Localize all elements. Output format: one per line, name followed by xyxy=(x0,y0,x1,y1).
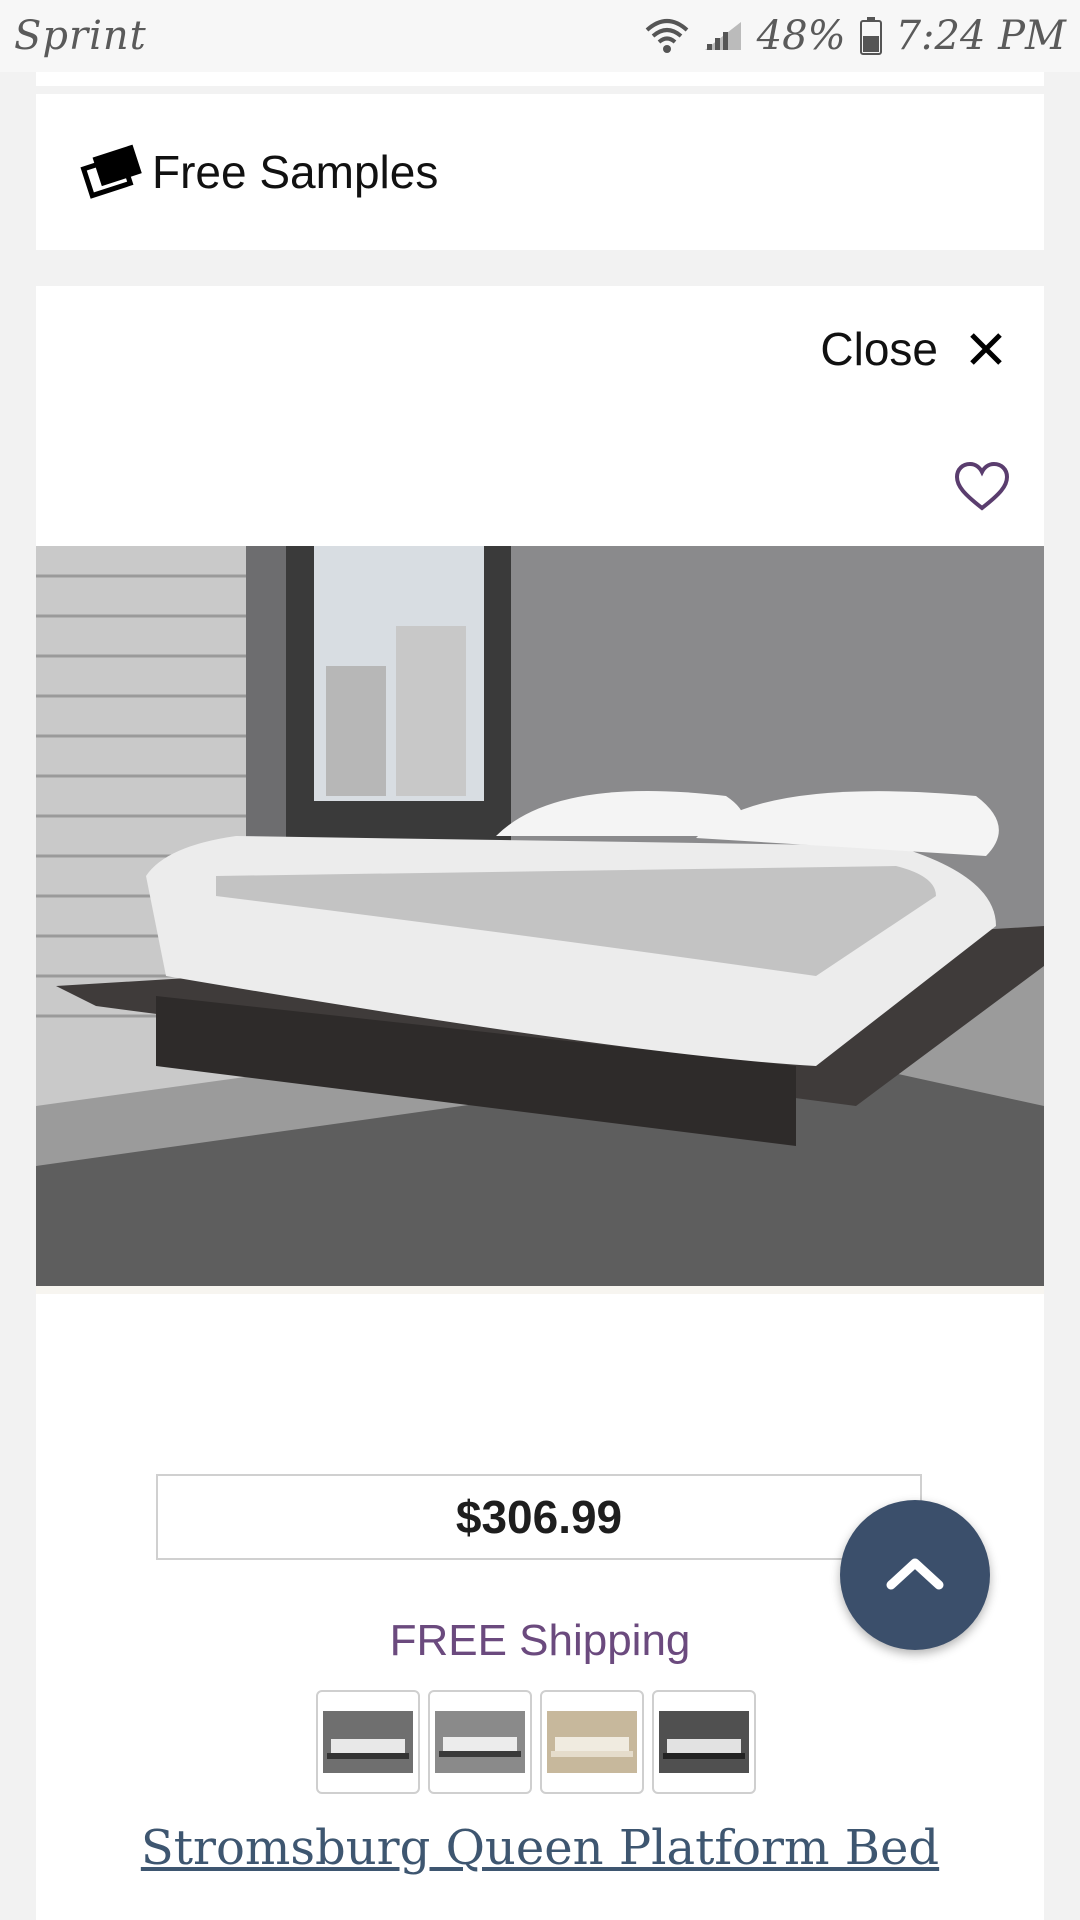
bed-photo xyxy=(36,546,1044,1294)
free-samples-link[interactable]: Free Samples xyxy=(78,144,438,200)
scroll-to-top-button[interactable] xyxy=(840,1500,990,1650)
chevron-up-icon xyxy=(885,1555,945,1596)
battery-percent: 48% xyxy=(756,13,846,59)
previous-card-edge xyxy=(36,72,1044,86)
thumbnail-1[interactable] xyxy=(316,1690,420,1794)
product-title-link[interactable]: Stromsburg Queen Platform Bed xyxy=(36,1820,1044,1876)
close-icon xyxy=(968,331,1004,367)
close-button[interactable]: Close xyxy=(820,322,1004,376)
swatch-icon xyxy=(78,144,148,200)
product-card: $306.99 FREE Shipping Stromsburg Queen P… xyxy=(36,416,1044,1920)
product-price: $306.99 xyxy=(455,1491,623,1543)
status-icons: 48% 7:24 PM xyxy=(645,13,1066,59)
carrier-name: Sprint xyxy=(14,13,147,59)
heart-icon[interactable] xyxy=(954,461,1010,512)
product-image[interactable] xyxy=(36,546,1044,1294)
wifi-icon xyxy=(645,18,689,54)
clock: 7:24 PM xyxy=(895,13,1066,59)
free-samples-card[interactable]: Free Samples xyxy=(36,94,1044,250)
free-samples-label: Free Samples xyxy=(152,146,439,198)
thumbnail-3[interactable] xyxy=(540,1690,644,1794)
battery-icon xyxy=(859,17,882,55)
thumbnail-4[interactable] xyxy=(652,1690,756,1794)
close-label: Close xyxy=(820,323,938,375)
status-bar: Sprint 48% 7:24 PM xyxy=(0,0,1080,72)
quickview-header: Close xyxy=(36,286,1044,416)
signal-icon xyxy=(703,20,743,52)
thumbnail-2[interactable] xyxy=(428,1690,532,1794)
thumbnail-strip xyxy=(316,1690,756,1794)
price-box: $306.99 xyxy=(156,1474,922,1560)
